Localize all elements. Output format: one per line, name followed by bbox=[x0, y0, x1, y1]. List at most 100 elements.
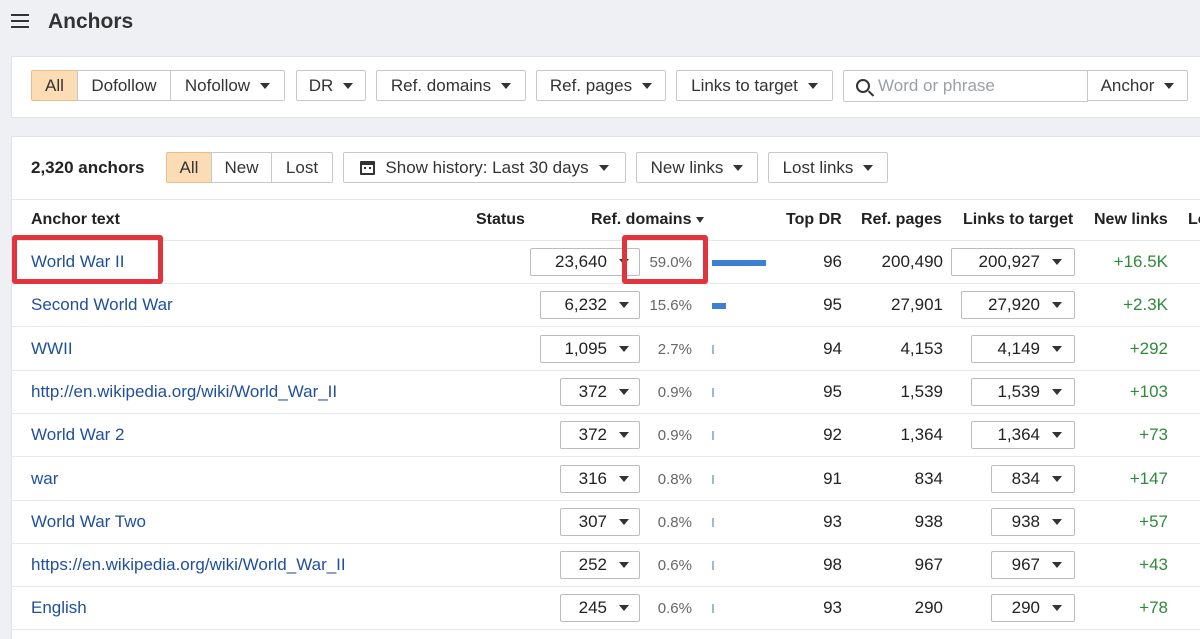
search-scope-select[interactable]: Anchor bbox=[1087, 70, 1188, 101]
chevron-down-icon bbox=[1052, 388, 1062, 395]
lost-links-filter[interactable]: Lost links bbox=[768, 152, 888, 183]
anchor-link[interactable]: http://en.wikipedia.org/wiki/World_War_I… bbox=[31, 382, 337, 402]
col-ref-domains[interactable]: Ref. domains bbox=[591, 211, 705, 229]
ref-domains-value: 316 bbox=[578, 468, 607, 488]
filter-ref-domains-label: Ref. domains bbox=[390, 75, 492, 95]
filter-ref-domains[interactable]: Ref. domains bbox=[376, 70, 526, 101]
links-to-target-dropdown[interactable]: 1,539 bbox=[971, 377, 1075, 406]
segment-lost[interactable]: Lost bbox=[271, 152, 333, 183]
ref-domains-value: 372 bbox=[578, 381, 607, 401]
new-links-filter[interactable]: New links bbox=[636, 152, 758, 183]
col-ref-domains-label: Ref. domains bbox=[591, 211, 692, 228]
chevron-down-icon bbox=[619, 475, 629, 482]
links-to-target-dropdown[interactable]: 27,920 bbox=[961, 291, 1075, 320]
search-scope-label: Anchor bbox=[1100, 75, 1155, 95]
table-row: World War Two 307 0.8% 93 938 938 +57 bbox=[11, 501, 1200, 544]
filter-ref-pages-label: Ref. pages bbox=[549, 75, 633, 95]
search-input[interactable] bbox=[878, 76, 1068, 96]
links-to-target-dropdown[interactable]: 200,927 bbox=[951, 248, 1075, 276]
links-to-target-dropdown[interactable]: 938 bbox=[991, 507, 1075, 536]
segment-new[interactable]: New bbox=[211, 152, 272, 183]
top-dr-value: 91 bbox=[823, 468, 842, 488]
ref-domains-dropdown[interactable]: 316 bbox=[560, 464, 640, 493]
highlight-annotation-anchor bbox=[12, 235, 163, 284]
chevron-down-icon bbox=[733, 164, 744, 171]
chevron-down-icon bbox=[619, 432, 629, 439]
chevron-down-icon bbox=[260, 82, 271, 89]
anchor-link[interactable]: Second World War bbox=[31, 295, 173, 315]
hamburger-icon[interactable] bbox=[11, 14, 29, 28]
col-links-to-target[interactable]: Links to target bbox=[963, 211, 1073, 229]
col-new-links[interactable]: New links bbox=[1094, 211, 1168, 229]
chevron-down-icon bbox=[1052, 259, 1062, 265]
page-title: Anchors bbox=[48, 10, 134, 33]
filter-dr[interactable]: DR bbox=[296, 70, 366, 101]
ref-domains-share-bar bbox=[712, 344, 715, 354]
col-top-dr[interactable]: Top DR bbox=[786, 211, 842, 229]
chevron-down-icon bbox=[1052, 518, 1062, 525]
links-to-target-value: 1,364 bbox=[997, 425, 1040, 445]
anchor-link[interactable]: WWII bbox=[31, 339, 73, 359]
col-lost-links[interactable]: Lo bbox=[1188, 211, 1200, 229]
chevron-down-icon bbox=[619, 302, 629, 309]
new-links-filter-label: New links bbox=[650, 157, 724, 177]
ref-domains-percent: 0.8% bbox=[657, 513, 692, 531]
anchor-link[interactable]: World War 2 bbox=[31, 425, 125, 445]
col-ref-pages[interactable]: Ref. pages bbox=[861, 211, 942, 229]
top-bar: Anchors bbox=[0, 0, 1200, 46]
ref-domains-share-bar bbox=[712, 387, 714, 397]
history-select[interactable]: Show history: Last 30 days bbox=[343, 152, 626, 183]
segment-all[interactable]: All bbox=[166, 152, 212, 183]
new-links-value: +2.3K bbox=[1123, 295, 1168, 315]
chevron-down-icon bbox=[619, 345, 629, 352]
filter-type-all[interactable]: All bbox=[31, 70, 78, 101]
top-dr-value: 93 bbox=[823, 511, 842, 531]
anchor-link[interactable]: war bbox=[31, 469, 58, 489]
filter-links-to-target[interactable]: Links to target bbox=[676, 70, 833, 101]
top-dr-value: 96 bbox=[823, 252, 842, 271]
chevron-down-icon bbox=[619, 518, 629, 525]
chevron-down-icon bbox=[501, 82, 512, 89]
ref-domains-percent: 0.9% bbox=[657, 427, 692, 445]
ref-pages-value: 834 bbox=[914, 468, 943, 488]
anchor-link[interactable]: World War Two bbox=[31, 512, 146, 532]
ref-domains-dropdown[interactable]: 6,232 bbox=[540, 291, 640, 320]
links-to-target-dropdown[interactable]: 290 bbox=[991, 594, 1075, 623]
filter-type-nofollow[interactable]: Nofollow bbox=[170, 70, 285, 101]
ref-domains-value: 245 bbox=[578, 598, 607, 618]
ref-domains-dropdown[interactable]: 372 bbox=[560, 377, 640, 406]
links-to-target-value: 4,149 bbox=[997, 338, 1040, 358]
ref-domains-percent: 0.6% bbox=[657, 557, 692, 575]
table-row: World War 2 372 0.9% 92 1,364 1,364 +73 bbox=[11, 414, 1200, 458]
filter-links-to-target-label: Links to target bbox=[691, 75, 798, 95]
filter-ref-pages[interactable]: Ref. pages bbox=[536, 70, 666, 101]
links-to-target-dropdown[interactable]: 834 bbox=[991, 464, 1075, 493]
ref-domains-value: 1,095 bbox=[564, 338, 607, 358]
ref-pages-value: 1,364 bbox=[900, 425, 943, 445]
chevron-down-icon bbox=[1052, 345, 1062, 352]
ref-pages-value: 4,153 bbox=[900, 338, 943, 358]
top-dr-value: 93 bbox=[823, 598, 842, 618]
ref-domains-share-bar bbox=[712, 431, 714, 441]
anchor-link[interactable]: https://en.wikipedia.org/wiki/World_War_… bbox=[31, 555, 346, 575]
links-to-target-dropdown[interactable]: 1,364 bbox=[971, 421, 1075, 450]
highlight-annotation-percent bbox=[622, 235, 708, 284]
top-dr-value: 95 bbox=[823, 295, 842, 315]
col-anchor-text[interactable]: Anchor text bbox=[31, 211, 120, 229]
ref-domains-dropdown[interactable]: 372 bbox=[560, 421, 640, 450]
anchor-link[interactable]: English bbox=[31, 598, 87, 618]
ref-domains-dropdown[interactable]: 245 bbox=[560, 594, 640, 623]
col-status[interactable]: Status bbox=[476, 211, 525, 229]
links-to-target-dropdown[interactable]: 4,149 bbox=[971, 334, 1075, 363]
ref-domains-dropdown[interactable]: 307 bbox=[560, 507, 640, 536]
ref-domains-dropdown[interactable]: 1,095 bbox=[540, 334, 640, 363]
top-dr-value: 92 bbox=[823, 425, 842, 445]
top-dr-value: 94 bbox=[823, 338, 842, 358]
new-links-value: +16.5K bbox=[1113, 252, 1168, 271]
links-to-target-value: 938 bbox=[1011, 511, 1040, 531]
filter-type-dofollow[interactable]: Dofollow bbox=[77, 70, 171, 101]
ref-domains-dropdown[interactable]: 252 bbox=[560, 551, 640, 580]
sort-desc-icon bbox=[696, 216, 705, 223]
new-links-value: +57 bbox=[1139, 511, 1168, 531]
links-to-target-dropdown[interactable]: 967 bbox=[991, 551, 1075, 580]
